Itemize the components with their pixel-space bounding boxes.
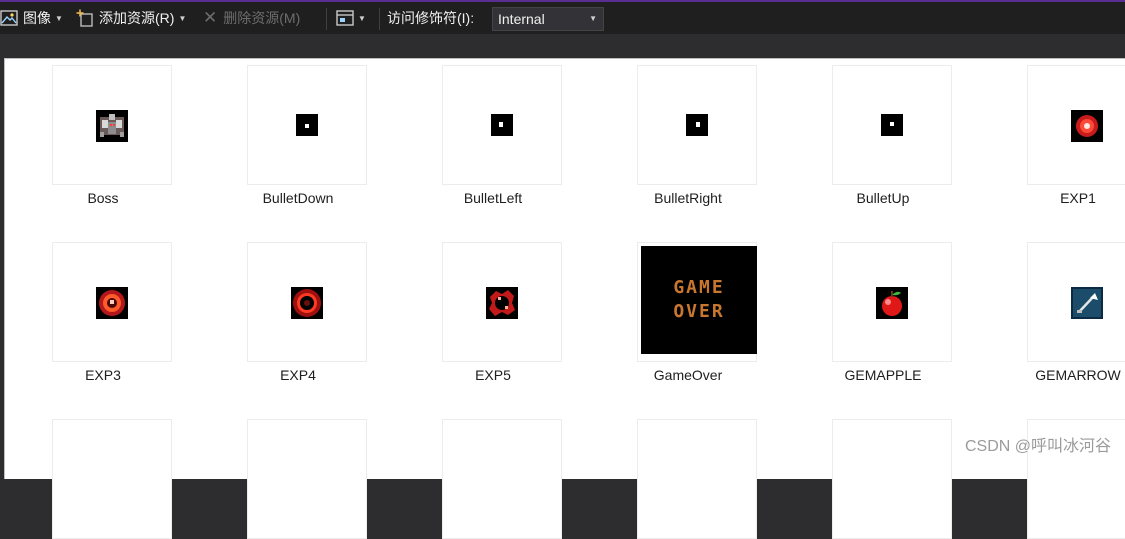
resource-tile-gameover[interactable]: GAME OVER	[637, 242, 757, 362]
resource-name: EXP4	[280, 367, 316, 383]
chevron-down-icon: ▼	[358, 13, 366, 23]
add-resource-icon	[76, 9, 93, 27]
access-modifier-select[interactable]: Internal ▼	[492, 7, 604, 31]
resource-name: GEMARROW	[1035, 367, 1121, 383]
apple-icon	[876, 287, 908, 319]
resource-tile-bulletright[interactable]	[637, 65, 757, 185]
bullet-left-sprite-icon	[491, 114, 513, 136]
game-over-line-2: OVER	[673, 301, 725, 322]
resource-name: EXP5	[475, 367, 511, 383]
explosion-sprite-icon	[1071, 110, 1103, 142]
view-mode-dropdown[interactable]: ▼	[336, 2, 366, 34]
resource-tile-gemarrow[interactable]	[1027, 242, 1125, 362]
resource-name: BulletUp	[856, 190, 910, 206]
arrow-sprite-icon	[1071, 287, 1103, 319]
game-over-line-1: GAME	[673, 277, 725, 298]
resource-name: EXP3	[85, 367, 121, 383]
resource-tile-exp5[interactable]	[442, 242, 562, 362]
resource-tile-bulletleft[interactable]	[442, 65, 562, 185]
chevron-down-icon: ▼	[178, 13, 187, 23]
explosion-sprite-icon	[486, 287, 518, 319]
resource-tile-exp1[interactable]	[1027, 65, 1125, 185]
chevron-down-icon: ▼	[589, 14, 597, 23]
resource-tile-bulletup[interactable]	[832, 65, 952, 185]
resource-tile-gemapple[interactable]	[832, 242, 952, 362]
resource-name: GameOver	[653, 367, 723, 383]
bullet-up-sprite-icon	[881, 114, 903, 136]
image-icon	[0, 10, 18, 26]
resource-name: GEMAPPLE	[844, 367, 922, 383]
boss-sprite-icon	[96, 110, 128, 142]
resource-tile-exp3[interactable]	[52, 242, 172, 362]
remove-resource-label: 删除资源(M)	[223, 10, 301, 26]
remove-resource-button[interactable]: ✕ 删除资源(M)	[203, 2, 300, 34]
resource-name: BulletLeft	[463, 190, 523, 206]
resource-grid: Boss BulletDown BulletLeft BulletRight B…	[4, 58, 1125, 539]
resource-tile-bulletdown[interactable]	[247, 65, 367, 185]
image-type-dropdown[interactable]: 图像 ▼	[0, 2, 63, 34]
access-modifier-value: Internal	[498, 11, 545, 27]
close-icon: ✕	[203, 8, 218, 27]
resource-tile[interactable]	[442, 419, 562, 539]
resource-name: BulletRight	[654, 190, 722, 206]
view-icon	[336, 10, 354, 26]
explosion-sprite-icon	[291, 287, 323, 319]
bullet-right-sprite-icon	[686, 114, 708, 136]
resource-tile[interactable]	[832, 419, 952, 539]
chevron-down-icon: ▼	[55, 13, 63, 23]
bullet-down-sprite-icon	[296, 114, 318, 136]
toolbar-separator	[379, 8, 380, 30]
toolbar-separator	[326, 8, 327, 30]
resource-tile-boss[interactable]	[52, 65, 172, 185]
resource-name: EXP1	[1060, 190, 1096, 206]
resource-tile[interactable]	[637, 419, 757, 539]
watermark: CSDN @呼叫冰河谷	[964, 438, 1111, 455]
game-over-image: GAME OVER	[641, 246, 757, 354]
resource-toolbar: 图像 ▼ 添加资源(R) ▼ ✕ 删除资源(M) ▼ 访问修饰符(I): Int…	[0, 0, 1125, 34]
add-resource-button[interactable]: 添加资源(R) ▼	[76, 2, 186, 34]
access-modifier-label: 访问修饰符(I):	[387, 10, 475, 26]
add-resource-label: 添加资源(R)	[99, 10, 175, 26]
explosion-sprite-icon	[96, 287, 128, 319]
resource-name: BulletDown	[262, 190, 334, 206]
image-type-label: 图像	[23, 10, 51, 26]
resource-tile[interactable]	[52, 419, 172, 539]
resource-tile-exp4[interactable]	[247, 242, 367, 362]
resource-tile[interactable]	[247, 419, 367, 539]
resource-name: Boss	[87, 190, 119, 206]
